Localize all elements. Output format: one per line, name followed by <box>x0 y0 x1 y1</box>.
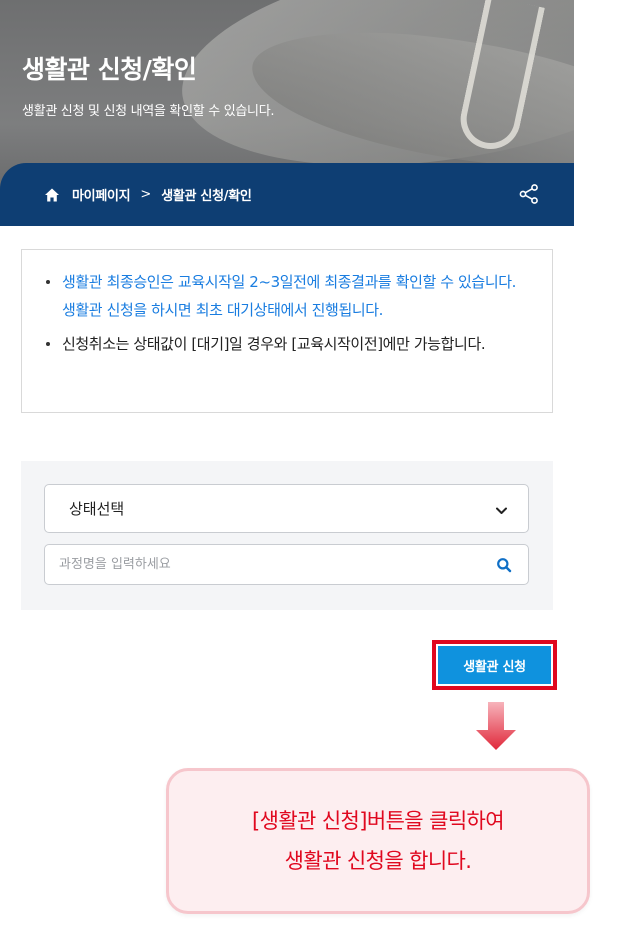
course-search-input[interactable] <box>45 545 485 584</box>
breadcrumb-separator: > <box>140 187 152 202</box>
notice-box: 생활관 최종승인은 교육시작일 2~3일전에 최종결과를 확인할 수 있습니다.… <box>21 249 553 413</box>
dormitory-apply-button[interactable]: 생활관 신청 <box>438 646 551 684</box>
share-icon[interactable] <box>518 183 540 205</box>
breadcrumb-item-mypage[interactable]: 마이페이지 <box>72 185 131 204</box>
callout-line-2: 생활관 신청을 합니다. <box>284 849 472 873</box>
page-title: 생활관 신청/확인 <box>22 55 197 84</box>
instruction-callout: [생활관 신청]버튼을 클릭하여 생활관 신청을 합니다. <box>166 768 590 914</box>
filter-panel: 상태선택 <box>21 461 553 610</box>
page-subtitle: 생활관 신청 및 신청 내역을 확인할 수 있습니다. <box>22 104 275 119</box>
breadcrumb: 마이페이지 > 생활관 신청/확인 <box>0 163 574 226</box>
arrow-down-icon <box>476 702 516 750</box>
notice-item-approval: 생활관 최종승인은 교육시작일 2~3일전에 최종결과를 확인할 수 있습니다.… <box>40 268 532 324</box>
notice-list: 생활관 최종승인은 교육시작일 2~3일전에 최종결과를 확인할 수 있습니다.… <box>40 268 532 358</box>
chevron-down-icon <box>495 503 508 516</box>
search-field <box>44 544 529 585</box>
status-select[interactable]: 상태선택 <box>44 484 529 533</box>
search-icon[interactable] <box>496 557 512 573</box>
home-icon[interactable] <box>44 187 60 203</box>
breadcrumb-item-current: 생활관 신청/확인 <box>161 189 252 204</box>
notice-item-cancel: 신청취소는 상태값이 [대기]일 경우와 [교육시작이전]에만 가능합니다. <box>40 330 532 358</box>
status-select-value: 상태선택 <box>69 500 125 518</box>
callout-line-1: [생활관 신청]버튼을 클릭하여 <box>252 809 505 833</box>
